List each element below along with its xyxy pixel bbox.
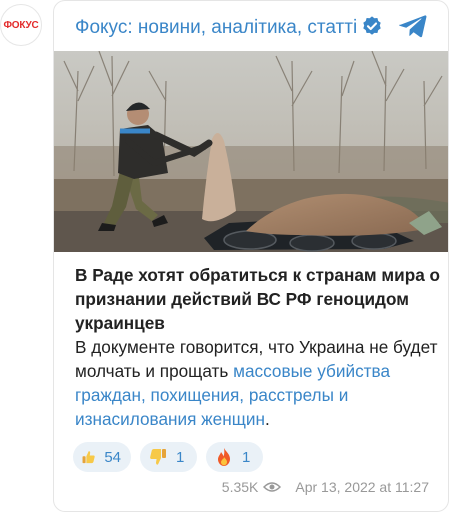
photo-illustration (54, 51, 448, 252)
reaction-count: 1 (176, 448, 185, 466)
reaction-thumbs-down[interactable]: 1 (140, 442, 197, 472)
post-body-end: . (264, 409, 270, 429)
post-photo[interactable] (54, 51, 448, 252)
verified-badge-icon (363, 16, 381, 35)
eye-icon (263, 482, 282, 492)
post-header: Фокус: новини, аналітика, статті (54, 1, 448, 51)
avatar-logo-text: ФОКУС (3, 19, 39, 31)
thumbs-up-icon (82, 451, 95, 464)
channel-avatar[interactable]: ФОКУС (0, 4, 42, 46)
post-meta: 5.35K Apr 13, 2022 at 11:27 (222, 479, 429, 495)
thumbs-down-icon (150, 449, 166, 465)
post-headline: В Раде хотят обратиться к странам мира о… (75, 265, 441, 333)
post-text: В Раде хотят обратиться к странам мира о… (75, 263, 445, 431)
channel-title[interactable]: Фокус: новини, аналітика, статті (75, 17, 357, 39)
post-date[interactable]: Apr 13, 2022 at 11:27 (295, 479, 429, 495)
reaction-count: 1 (242, 448, 251, 466)
reactions-bar: 54 1 1 (73, 442, 263, 472)
reaction-thumbs-up[interactable]: 54 (73, 442, 131, 472)
fire-icon (218, 448, 230, 466)
telegram-icon[interactable] (399, 14, 427, 38)
post-card: Фокус: новини, аналітика, статті В Раде … (53, 0, 449, 512)
views-count: 5.35K (221, 479, 259, 495)
reaction-fire[interactable]: 1 (206, 442, 263, 472)
post-body: В документе говорится, что Украина не бу… (75, 335, 445, 431)
reaction-count: 54 (104, 448, 121, 466)
